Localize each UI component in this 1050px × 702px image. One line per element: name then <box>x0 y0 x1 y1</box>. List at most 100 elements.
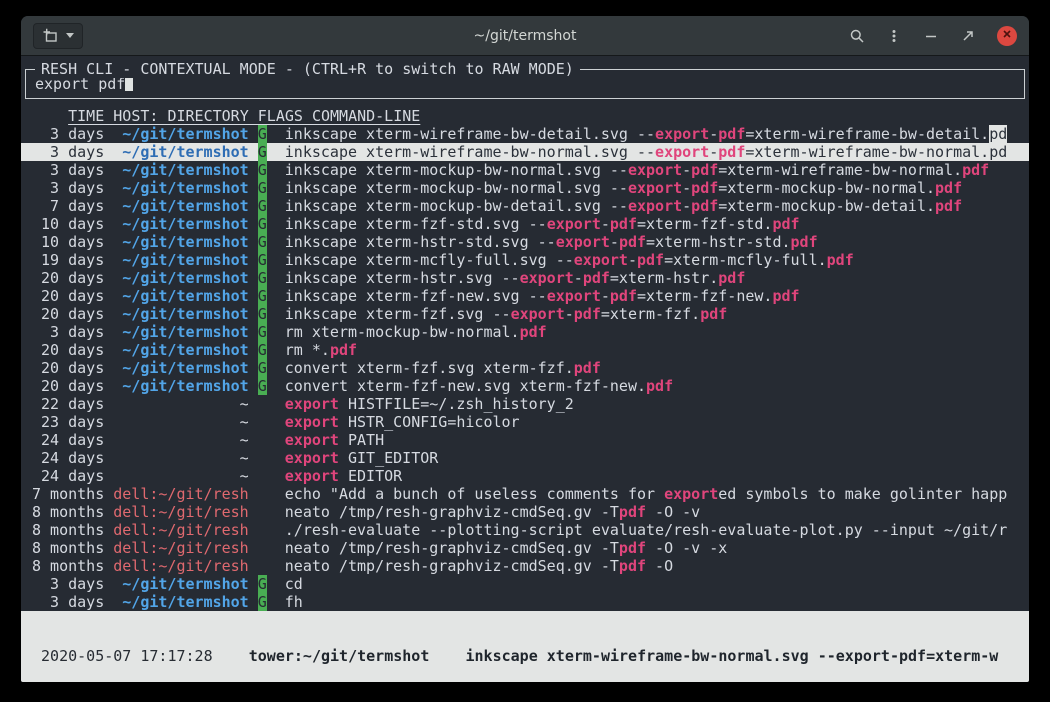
history-row[interactable]: 20 days~/git/termshotGinkscape xterm-hst… <box>21 269 1029 287</box>
chevron-down-icon <box>66 33 74 38</box>
row-host-directory: dell:~/git/resh <box>113 485 248 503</box>
row-flags: G <box>258 593 267 611</box>
history-row[interactable]: 20 days~/git/termshotGconvert xterm-fzf.… <box>21 359 1029 377</box>
history-row[interactable]: 10 days~/git/termshotGinkscape xterm-hst… <box>21 233 1029 251</box>
row-host-directory: ~ <box>113 413 248 431</box>
restore-icon <box>960 28 976 44</box>
restore-button[interactable] <box>960 28 976 44</box>
row-flags <box>258 539 267 557</box>
history-row[interactable]: 24 days ~ export PATH <box>21 431 1029 449</box>
history-row[interactable]: 8 monthsdell:~/git/resh neato /tmp/resh-… <box>21 503 1029 521</box>
close-button[interactable] <box>997 26 1017 46</box>
search-frame[interactable]: RESH CLI - CONTEXTUAL MODE - (CTRL+R to … <box>25 69 1025 99</box>
row-host-directory: dell:~/git/resh <box>113 503 248 521</box>
new-tab-icon <box>42 28 58 44</box>
row-host-directory: ~/git/termshot <box>113 341 248 359</box>
row-flags <box>258 521 267 539</box>
history-row[interactable]: 8 monthsdell:~/git/resh ./resh-evaluate … <box>21 521 1029 539</box>
row-time: 24 days <box>32 467 104 485</box>
history-row[interactable]: 3 days~/git/termshotGrm xterm-mockup-bw-… <box>21 323 1029 341</box>
row-time: 22 days <box>32 395 104 413</box>
row-host-directory: ~/git/termshot <box>113 359 248 377</box>
row-time: 24 days <box>32 449 104 467</box>
row-flags: G <box>258 323 267 341</box>
row-command: export PATH <box>285 431 384 449</box>
history-row[interactable]: 3 days~/git/termshotGfh <box>21 593 1029 611</box>
row-command: ./resh-evaluate --plotting-script evalua… <box>285 521 1007 539</box>
row-flags <box>258 485 267 503</box>
row-flags: G <box>258 215 267 233</box>
history-row[interactable]: 3 days~/git/termshotGinkscape xterm-mock… <box>21 161 1029 179</box>
history-row[interactable]: 20 days~/git/termshotGrm *.pdf <box>21 341 1029 359</box>
row-flags: G <box>258 287 267 305</box>
row-host-directory: dell:~/git/resh <box>113 539 248 557</box>
search-button[interactable] <box>849 28 865 44</box>
history-row[interactable]: 22 days ~ export HISTFILE=~/.zsh_history_… <box>21 395 1029 413</box>
row-command: rm *.pdf <box>285 341 357 359</box>
row-command: convert xterm-fzf.svg xterm-fzf.pdf <box>285 359 601 377</box>
row-host-directory: ~ <box>113 449 248 467</box>
text-cursor <box>125 76 133 91</box>
row-flags: G <box>258 251 267 269</box>
search-frame-title: RESH CLI - CONTEXTUAL MODE - (CTRL+R to … <box>35 60 580 78</box>
history-row[interactable]: 24 days~ export EDITOR <box>21 467 1029 485</box>
history-row[interactable]: 8 months dell:~/git/resh neato /tmp/resh-… <box>21 557 1029 575</box>
history-row[interactable]: 8 monthsdell:~/git/resh neato /tmp/resh-… <box>21 539 1029 557</box>
row-time: 10 days <box>32 215 104 233</box>
history-row[interactable]: 3 days~/git/termshotGinkscape xterm-wire… <box>21 125 1029 143</box>
history-row[interactable]: 19 days~/git/termshotGinkscape xterm-mcf… <box>21 251 1029 269</box>
history-row[interactable]: 20 days~/git/termshotGconvert xterm-fzf-… <box>21 377 1029 395</box>
row-host-directory: ~/git/termshot <box>113 143 248 161</box>
history-row[interactable]: 24 days~ export GIT_EDITOR <box>21 449 1029 467</box>
row-time: 7 days <box>32 197 104 215</box>
row-host-directory: ~/git/termshot <box>113 593 248 611</box>
window-title: ~/git/termshot <box>474 28 577 44</box>
history-rows: 3 days ~/git/termshot Ginkscape xterm-wire… <box>21 125 1029 611</box>
status-date: 2020-05-07 17:17:28 <box>41 647 213 665</box>
history-row[interactable]: 23 days ~ export HSTR_CONFIG=hicolor <box>21 413 1029 431</box>
row-host-directory: ~ <box>113 395 248 413</box>
row-host-directory: ~/git/termshot <box>113 161 248 179</box>
row-time: 8 months <box>32 503 104 521</box>
row-flags <box>258 503 267 521</box>
row-flags <box>258 413 267 431</box>
row-time: 7 months <box>32 485 104 503</box>
status-host: tower:~/git/termshot <box>249 647 430 665</box>
history-row[interactable]: 3 days~/git/termshotGinkscape xterm-mock… <box>21 179 1029 197</box>
history-row[interactable]: 7 monthsdell:~/git/resh echo "Add a bunc… <box>21 485 1029 503</box>
row-command: export HISTFILE=~/.zsh_history_2 <box>285 395 574 413</box>
minimize-button[interactable] <box>923 28 939 44</box>
row-command: neato /tmp/resh-graphviz-cmdSeq.gv -Tpdf… <box>285 557 673 575</box>
row-host-directory: ~ <box>113 467 248 485</box>
row-host-directory: ~ <box>113 431 248 449</box>
row-host-directory: ~/git/termshot <box>113 197 248 215</box>
row-time: 23 days <box>32 413 104 431</box>
row-flags: G <box>258 125 267 143</box>
truncation-marker: pd <box>989 125 1007 143</box>
terminal-content: RESH CLI - CONTEXTUAL MODE - (CTRL+R to … <box>21 69 1029 682</box>
row-host-directory: ~/git/termshot <box>113 575 248 593</box>
row-time: 24 days <box>32 431 104 449</box>
titlebar: ~/git/termshot <box>21 16 1029 56</box>
row-flags: G <box>258 197 267 215</box>
history-row[interactable]: 3 days~/git/termshotGcd <box>21 575 1029 593</box>
new-tab-button[interactable] <box>33 23 83 49</box>
history-row[interactable]: 20 days~/git/termshotGinkscape xterm-fzf… <box>21 287 1029 305</box>
history-row[interactable]: 20 days~/git/termshotGinkscape xterm-fzf… <box>21 305 1029 323</box>
row-time: 8 months <box>32 557 104 575</box>
row-command: inkscape xterm-mockup-bw-detail.svg --ex… <box>285 197 962 215</box>
status-bar: 2020-05-07 17:17:28 tower:~/git/termshot… <box>21 611 1029 682</box>
row-command: inkscape xterm-wireframe-bw-normal.svg -… <box>285 143 1007 161</box>
minimize-icon <box>923 28 939 44</box>
row-command: inkscape xterm-wireframe-bw-detail.svg -… <box>285 125 1007 143</box>
history-row[interactable]: 10 days~/git/termshotGinkscape xterm-fzf… <box>21 215 1029 233</box>
row-time: 3 days <box>32 575 104 593</box>
menu-button[interactable] <box>886 28 902 44</box>
row-host-directory: dell:~/git/resh <box>113 557 248 575</box>
row-command: export HSTR_CONFIG=hicolor <box>285 413 520 431</box>
history-row-selected[interactable]: 3 days~/git/termshotGinkscape xterm-wire… <box>21 143 1029 161</box>
row-time: 3 days <box>32 593 104 611</box>
row-flags: G <box>258 305 267 323</box>
history-row[interactable]: 7 days ~/git/termshot Ginkscape xterm-mock… <box>21 197 1029 215</box>
row-command: inkscape xterm-hstr-std.svg --export-pdf… <box>285 233 818 251</box>
